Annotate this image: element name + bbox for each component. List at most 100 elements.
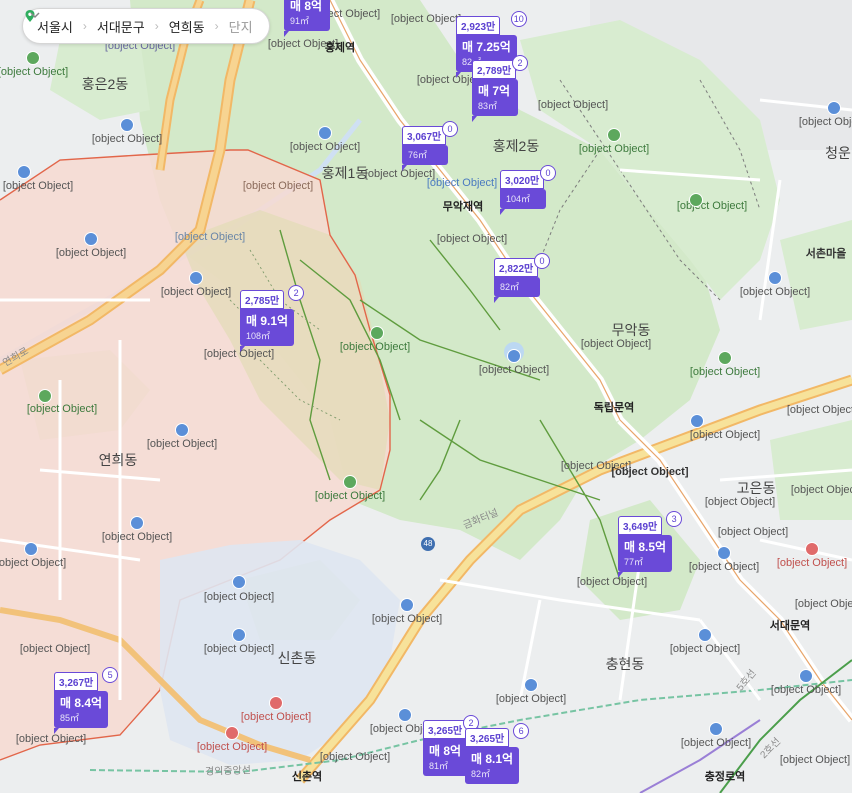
- station-label[interactable]: 서대문역: [770, 620, 810, 633]
- school-icon: [524, 678, 538, 692]
- place-label: [object Object]: [319, 751, 391, 763]
- place-label: [object Object]: [495, 693, 567, 705]
- area-label: 청운: [825, 145, 851, 161]
- place-label: [object Object]: [798, 116, 852, 128]
- area-label: 서촌마을: [805, 248, 847, 260]
- area-label: 충현동: [605, 656, 645, 672]
- chevron-right-icon: ›: [154, 19, 159, 33]
- listing-marker[interactable]: 3,265만 2 매 8억 81㎡: [423, 715, 479, 776]
- road-label: 경의중앙선: [204, 765, 252, 778]
- place-label: [object Object]: [779, 754, 851, 766]
- listing-marker[interactable]: 3,067만 0 76㎡: [402, 121, 458, 171]
- school-icon: [398, 708, 412, 722]
- listing-marker[interactable]: 2,822만 0 82㎡: [494, 253, 550, 303]
- marker-price: 매 7억: [478, 84, 511, 98]
- station-label[interactable]: 무악재역: [443, 201, 483, 214]
- breadcrumb-district[interactable]: 서대문구: [93, 17, 149, 36]
- marker-price-per-unit: 3,020만: [500, 170, 545, 189]
- place-label: [object Object]: [580, 338, 652, 350]
- place-label: [object Object]: [578, 143, 650, 155]
- place-label: [object Object]: [0, 557, 67, 569]
- listing-marker[interactable]: 3,649만 3 매 8.5억 77㎡: [618, 511, 683, 578]
- marker-count-badge: 10: [510, 11, 527, 27]
- marker-size: 77㎡: [624, 557, 644, 567]
- school-icon: [17, 165, 31, 179]
- place-label: [object Object]: [2, 180, 74, 192]
- breadcrumb-neighborhood[interactable]: 연희동: [165, 17, 209, 36]
- marker-count-badge: 2: [512, 55, 528, 71]
- school-icon: [507, 349, 521, 363]
- station-label[interactable]: 신촌역: [292, 771, 322, 784]
- area-label: 홍제1동: [321, 165, 369, 181]
- mountain-icon: [607, 128, 621, 142]
- marker-price-per-unit: 3,649만: [618, 516, 663, 535]
- place-label: [object Object]: [196, 741, 268, 753]
- listing-marker[interactable]: 매 8억 91㎡: [284, 0, 330, 37]
- place-label: [object Object]: [289, 141, 361, 153]
- place-label: [object Object]: [390, 13, 462, 25]
- place-label: [object Object]: [770, 684, 842, 696]
- area-label: 고은동: [736, 480, 776, 496]
- breadcrumb-complex[interactable]: 단지: [225, 17, 257, 36]
- chevron-right-icon: ›: [214, 19, 219, 33]
- place-label: [object Object]: [704, 496, 776, 508]
- place-label: [object Object]: [426, 177, 498, 189]
- hospital-icon: [805, 542, 819, 556]
- place-label: [object Object]: [371, 613, 443, 625]
- listing-marker[interactable]: 3,265만 6 매 8.1억 82㎡: [465, 723, 530, 784]
- chevron-right-icon: ›: [82, 19, 87, 33]
- school-icon: [232, 628, 246, 642]
- listing-marker[interactable]: 2,785만 2 매 9.1억 108㎡: [240, 285, 305, 352]
- school-icon: [717, 546, 731, 560]
- school-icon: [318, 126, 332, 140]
- place-label: [object Object]: [794, 598, 852, 610]
- listing-marker[interactable]: 2,789만 2 매 7억 83㎡: [472, 55, 528, 122]
- place-label: [object Object]: [688, 561, 760, 573]
- place-label: [object Object]: [0, 66, 69, 78]
- area-label: 신촌동: [277, 650, 317, 666]
- chevron-down-icon[interactable]: [29, 9, 41, 21]
- park-icon: [26, 51, 40, 65]
- marker-price: 매 8억: [290, 0, 323, 13]
- school-icon: [827, 101, 841, 115]
- place-label: [object Object]: [611, 466, 689, 478]
- area-label: 홍은2동: [81, 76, 129, 92]
- building-icon: [24, 542, 38, 556]
- station-label[interactable]: 충정로역: [705, 771, 745, 784]
- station-label[interactable]: 홍제역: [325, 42, 355, 55]
- place-label: [object Object]: [240, 711, 312, 723]
- marker-count-badge: 0: [540, 165, 556, 181]
- marker-count-badge: 0: [442, 121, 458, 137]
- school-icon: [768, 271, 782, 285]
- marker-size: 81㎡: [429, 761, 449, 771]
- listing-marker[interactable]: 3,020만 0 104㎡: [500, 165, 556, 215]
- place-label: [object Object]: [160, 286, 232, 298]
- place-label: [object Object]: [91, 133, 163, 145]
- place-label: [object Object]: [101, 531, 173, 543]
- marker-count-badge: 2: [288, 285, 305, 301]
- place-label: [object Object]: [669, 643, 741, 655]
- area-label: 연희동: [98, 452, 138, 468]
- marker-size: 108㎡: [246, 331, 271, 341]
- area-label: 무악동: [611, 322, 651, 338]
- place-label: [object Object]: [537, 99, 609, 111]
- marker-price-per-unit: 3,267만: [54, 672, 99, 691]
- marker-size: 85㎡: [60, 713, 80, 723]
- map-canvas[interactable]: 홍은2동 홍제1동 홍제2동 연희동 신촌동 충현동 무악동 청운 서촌마을 고…: [0, 0, 852, 793]
- school-icon: [690, 414, 704, 428]
- school-icon: [120, 118, 134, 132]
- place-label: [object Object]: [436, 233, 508, 245]
- listing-marker[interactable]: 3,267만 5 매 8.4억 85㎡: [54, 667, 119, 734]
- park-icon: [718, 351, 732, 365]
- station-label[interactable]: 독립문역: [594, 402, 634, 415]
- marker-count-badge: 0: [534, 253, 550, 269]
- location-breadcrumb[interactable]: 서울시 › 서대문구 › 연희동 › 단지: [22, 8, 270, 44]
- park-icon: [689, 193, 703, 207]
- marker-price-per-unit: 2,789만: [472, 60, 517, 79]
- marker-price: 매 9.1억: [246, 314, 289, 328]
- school-icon: [232, 575, 246, 589]
- area-label: 홍제2동: [492, 138, 540, 154]
- marker-price: 매 8억: [429, 744, 462, 758]
- marker-size: 82㎡: [471, 769, 491, 779]
- place-label: [object Object]: [314, 490, 386, 502]
